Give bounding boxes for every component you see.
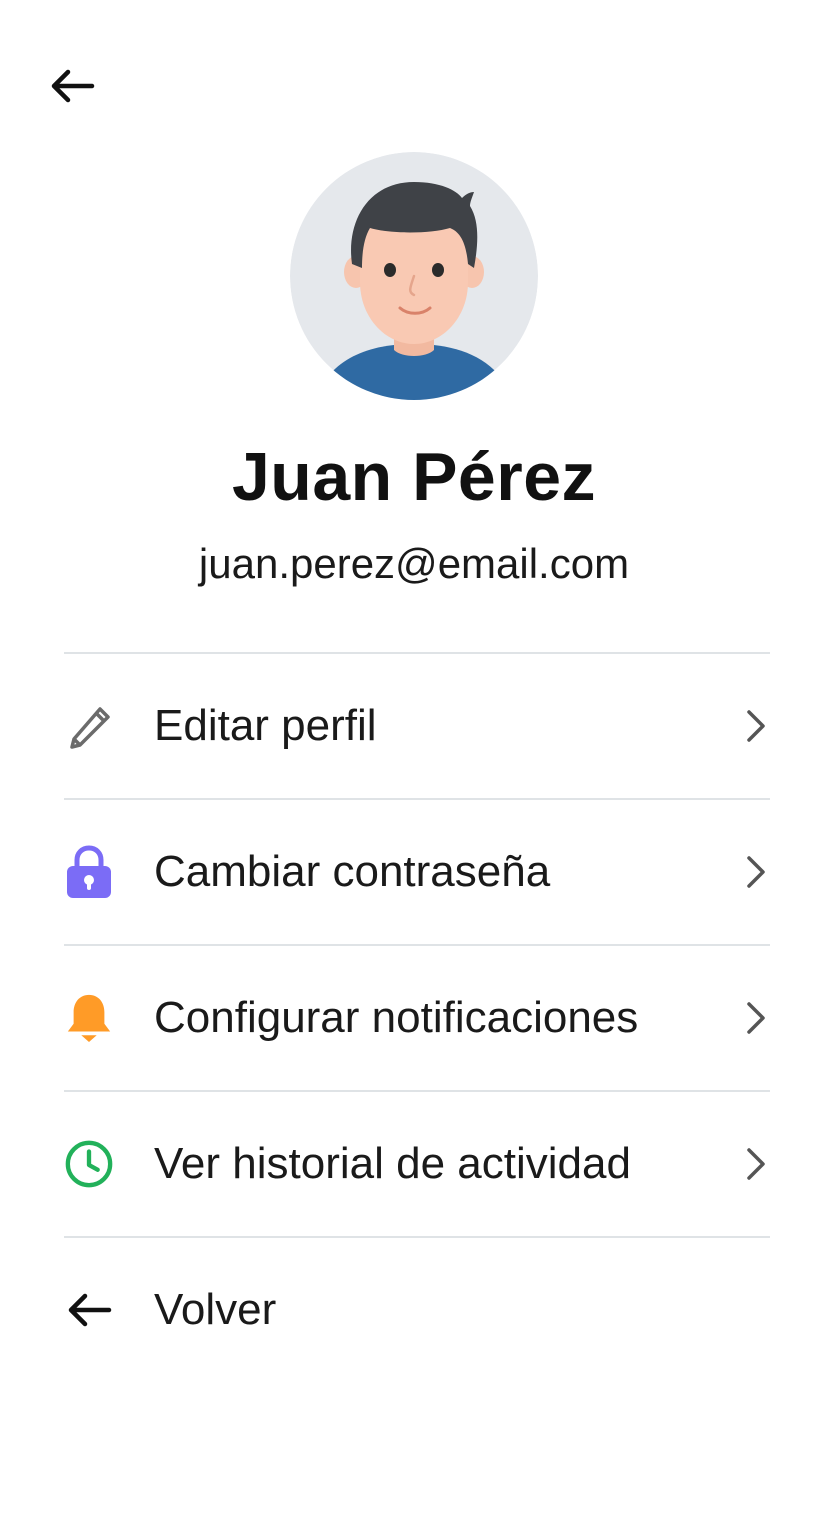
notifications-label: Configurar notificaciones xyxy=(154,993,639,1042)
profile-email: juan.perez@email.com xyxy=(198,540,630,587)
arrow-left-icon xyxy=(64,1282,114,1338)
change-password-label: Cambiar contraseña xyxy=(154,847,551,896)
clock-icon xyxy=(64,1136,114,1192)
chevron-right-icon xyxy=(742,852,770,892)
profile-menu: Editar perfil Cambiar contraseña Configu… xyxy=(64,652,770,1382)
chevron-right-icon xyxy=(742,998,770,1038)
back-item[interactable]: Volver xyxy=(64,1238,770,1382)
avatar xyxy=(290,152,538,400)
back-button[interactable] xyxy=(44,58,100,114)
activity-history-item[interactable]: Ver historial de actividad xyxy=(64,1092,770,1236)
lock-icon xyxy=(64,844,114,900)
profile-name: Juan Pérez xyxy=(231,439,597,515)
back-label: Volver xyxy=(154,1285,277,1334)
notifications-item[interactable]: Configurar notificaciones xyxy=(64,946,770,1090)
activity-history-label: Ver historial de actividad xyxy=(154,1139,631,1188)
edit-profile-item[interactable]: Editar perfil xyxy=(64,654,770,798)
chevron-right-icon xyxy=(742,1144,770,1184)
chevron-right-icon xyxy=(742,706,770,746)
edit-profile-label: Editar perfil xyxy=(154,701,377,750)
pencil-icon xyxy=(64,698,114,754)
arrow-left-icon xyxy=(51,69,95,103)
change-password-item[interactable]: Cambiar contraseña xyxy=(64,800,770,944)
bell-icon xyxy=(64,990,114,1046)
